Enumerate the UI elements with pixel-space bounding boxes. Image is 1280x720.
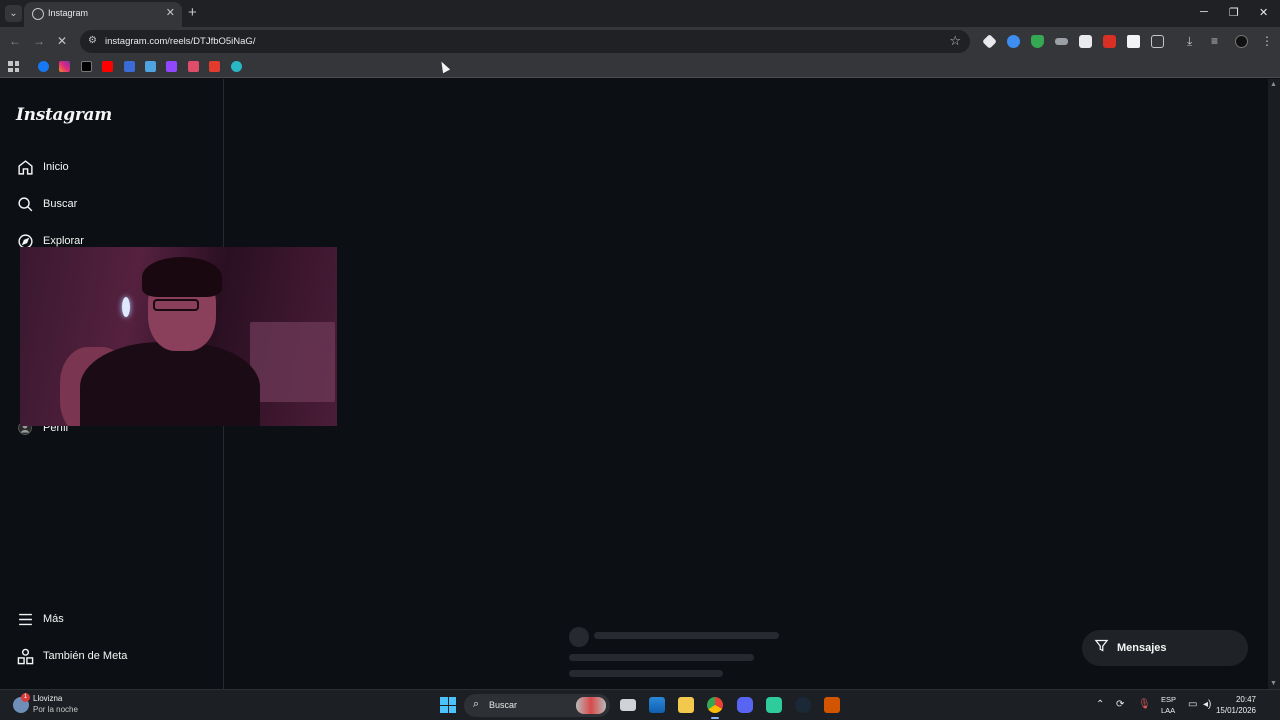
loading-skeleton-line (594, 632, 779, 639)
bookmark-facebook-icon[interactable] (38, 61, 49, 72)
instagram-logo[interactable]: Instagram (16, 105, 112, 125)
page-scrollbar[interactable]: ▲ ▼ (1268, 79, 1280, 689)
nav-explore-label: Explorar (43, 235, 84, 247)
search-icon: ⌕ (473, 698, 480, 710)
extension-diamond-icon[interactable] (982, 34, 997, 49)
webcam-overlay (20, 247, 337, 426)
messages-button[interactable]: Mensajes (1082, 630, 1248, 666)
weather-badge: 1 (21, 693, 30, 702)
nav-more-label: Más (43, 613, 64, 625)
nav-search[interactable]: Buscar (16, 192, 77, 216)
nav-more[interactable]: Más (16, 607, 64, 631)
bookmark-pocket-icon[interactable] (209, 61, 220, 72)
loading-skeleton-avatar (569, 627, 589, 647)
meta-apps-icon (16, 647, 34, 665)
nav-search-label: Buscar (43, 198, 78, 210)
file-explorer-icon[interactable] (678, 697, 694, 713)
globe-icon (32, 8, 44, 20)
scroll-down-icon[interactable]: ▼ (1270, 680, 1277, 687)
bookmarks-bar (0, 56, 1280, 78)
tray-network-icon[interactable]: ▭ (1188, 699, 1197, 710)
extension-square-icon[interactable] (1079, 35, 1092, 48)
extension-m-icon[interactable] (1127, 35, 1140, 48)
bookmark-instagram-icon[interactable] (59, 61, 70, 72)
search-highlight-art (576, 697, 606, 714)
bookmark-teal-icon[interactable] (231, 61, 242, 72)
weather-condition: Llovizna (33, 694, 63, 703)
extensions-puzzle-icon[interactable] (1151, 35, 1164, 48)
back-arrow-icon[interactable]: ← (9, 34, 21, 48)
tab-instagram[interactable]: Instagram ✕ (24, 2, 182, 27)
tab-title: Instagram (48, 8, 89, 18)
language-bottom[interactable]: LAA (1161, 706, 1175, 715)
messenger-filter-icon (1094, 638, 1109, 658)
extension-red-icon[interactable] (1103, 35, 1116, 48)
loading-skeleton-line (569, 654, 754, 661)
clock-time[interactable]: 20:47 (1236, 695, 1256, 704)
tab-close-icon[interactable]: ✕ (166, 6, 175, 19)
scroll-up-icon[interactable]: ▲ (1270, 81, 1277, 88)
close-window-button[interactable]: ✕ (1259, 6, 1268, 19)
clock-date[interactable]: 15/01/2026 (1216, 706, 1256, 715)
bookmark-blue-app-icon[interactable] (124, 61, 135, 72)
task-view-icon[interactable] (620, 699, 636, 711)
tab-strip: ⌄ Instagram ✕ + ─ ❐ ✕ (0, 0, 1280, 27)
taskbar-search-label: Buscar (489, 700, 518, 710)
hamburger-menu-icon (16, 610, 34, 628)
bookmark-star-icon[interactable]: ☆ (949, 33, 961, 49)
new-tab-icon[interactable]: + (188, 4, 197, 21)
green-app-icon[interactable] (766, 697, 782, 713)
restore-button[interactable]: ❐ (1229, 6, 1239, 19)
tray-sync-icon[interactable]: ⟳ (1116, 699, 1124, 710)
profile-avatar-icon[interactable] (1235, 35, 1248, 48)
apps-grid-icon[interactable] (8, 61, 19, 72)
site-info-icon[interactable]: ⚙ (88, 35, 97, 46)
nav-home-label: Inicio (43, 161, 69, 173)
browser-toolbar: ← → ✕ ⚙ instagram.com/reels/DTJfbO5iNaG/… (0, 27, 1280, 56)
chrome-active-indicator (711, 717, 719, 719)
nav-also-from-meta[interactable]: También de Meta (16, 644, 127, 668)
extension-glasses-icon[interactable] (1055, 38, 1068, 45)
windows-start-icon[interactable] (440, 697, 456, 713)
bookmark-red-app-icon[interactable] (188, 61, 199, 72)
nav-home[interactable]: Inicio (16, 155, 69, 179)
tab-search-chevron-icon[interactable]: ⌄ (5, 5, 22, 22)
download-icon[interactable]: ⤓ (1187, 34, 1192, 49)
loading-skeleton-line (569, 670, 723, 677)
extension-shield-icon[interactable] (1031, 35, 1044, 48)
tray-volume-icon[interactable]: ◂) (1203, 699, 1211, 710)
language-top[interactable]: ESP (1161, 695, 1176, 704)
home-icon (16, 158, 34, 176)
tray-chevron-up-icon[interactable]: ⌃ (1096, 699, 1104, 710)
messages-label: Mensajes (1117, 642, 1167, 654)
bookmark-x-icon[interactable] (81, 61, 92, 72)
url-text[interactable]: instagram.com/reels/DTJfbO5iNaG/ (105, 36, 255, 47)
address-bar[interactable]: ⚙ instagram.com/reels/DTJfbO5iNaG/ ☆ (80, 30, 970, 53)
orange-app-icon[interactable] (824, 697, 840, 713)
bookmark-light-blue-icon[interactable] (145, 61, 156, 72)
stop-loading-icon[interactable]: ✕ (57, 34, 67, 48)
chrome-icon[interactable] (707, 697, 723, 713)
taskbar-search-box[interactable]: ⌕ Buscar (464, 694, 610, 717)
minimize-button[interactable]: ─ (1200, 6, 1208, 18)
menu-kebab-icon[interactable]: ⋮ (1261, 34, 1273, 48)
forward-arrow-icon[interactable]: → (33, 34, 45, 48)
nav-meta-label: También de Meta (43, 650, 128, 662)
search-icon (16, 195, 34, 213)
weather-subtitle: Por la noche (33, 705, 78, 714)
discord-icon[interactable] (737, 697, 753, 713)
steam-icon[interactable] (795, 697, 811, 713)
microsoft-store-icon[interactable] (649, 697, 665, 713)
reels-content-area (225, 79, 1268, 689)
bookmark-youtube-icon[interactable] (102, 61, 113, 72)
extension-blue-icon[interactable] (1007, 35, 1020, 48)
tray-microphone-icon[interactable]: 🎙 (1138, 699, 1151, 710)
reading-list-icon[interactable]: ≡ (1211, 34, 1218, 48)
bookmark-twitch-icon[interactable] (166, 61, 177, 72)
windows-taskbar: 1 Llovizna Por la noche ⌕ Buscar ⌃ ⟳ 🎙 E… (0, 689, 1280, 720)
